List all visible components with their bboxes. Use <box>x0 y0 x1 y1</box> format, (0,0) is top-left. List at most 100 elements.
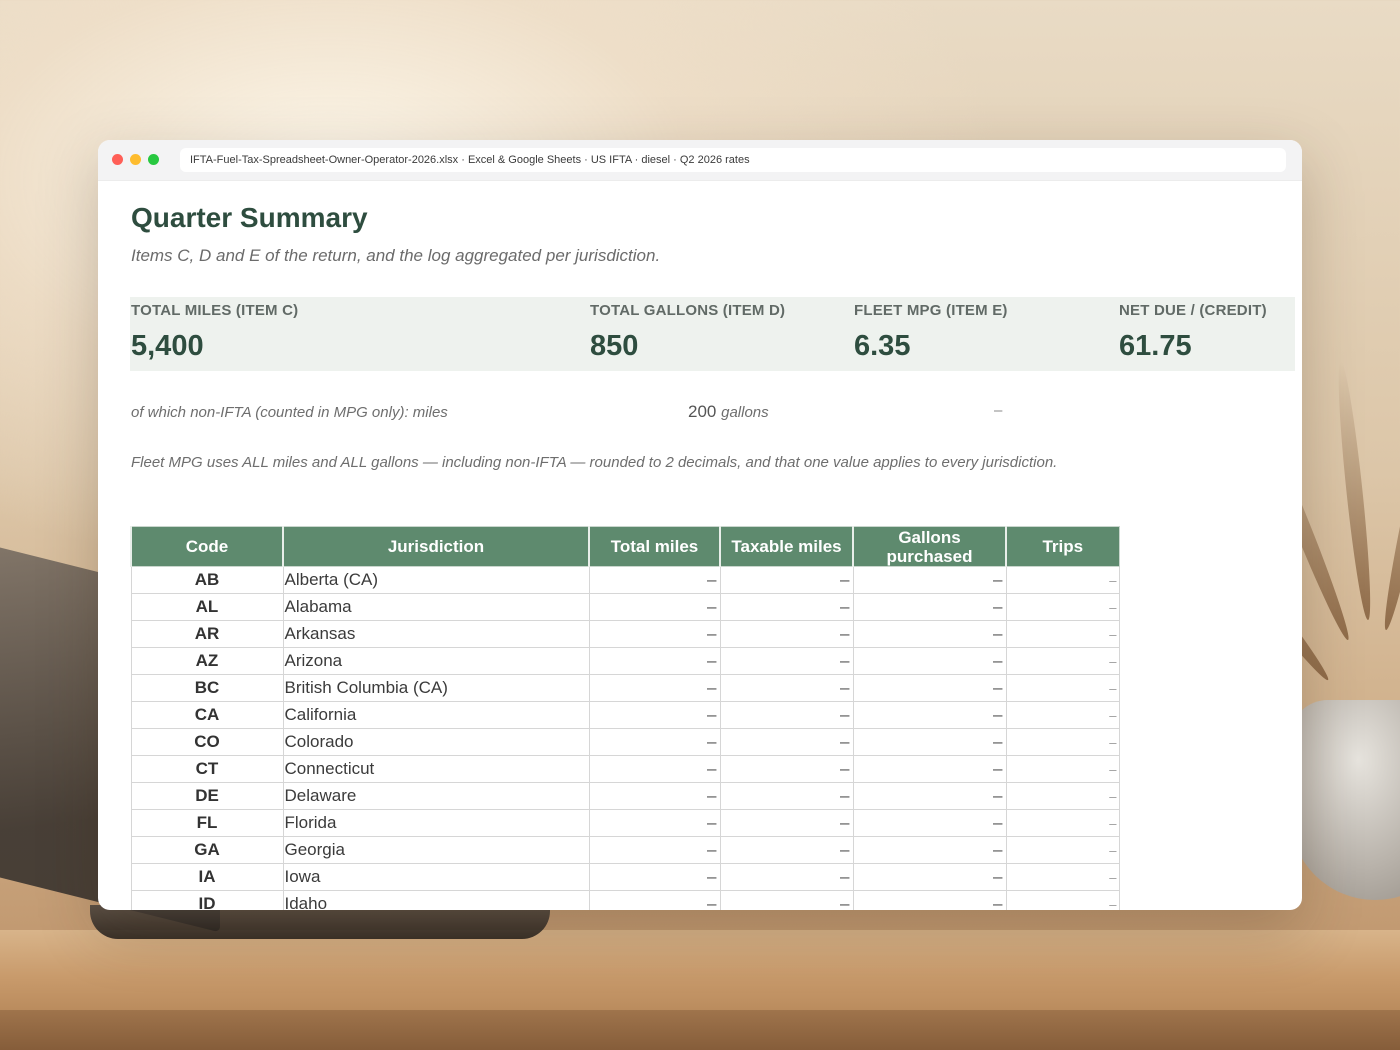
cell-code[interactable]: AZ <box>130 647 284 675</box>
cell-jurisdiction[interactable]: California <box>283 701 590 729</box>
sheet-content: Quarter Summary Items C, D and E of the … <box>130 180 1295 910</box>
table-row: CT Connecticut – – – – <box>130 755 1120 783</box>
close-window-icon[interactable] <box>112 154 123 165</box>
cell-total-miles[interactable]: – <box>589 782 721 810</box>
cell-gallons-purchased[interactable]: – <box>853 836 1007 864</box>
col-header-jurisdiction[interactable]: Jurisdiction <box>282 526 590 567</box>
cell-total-miles[interactable]: – <box>589 593 721 621</box>
cell-total-miles[interactable]: – <box>589 890 721 910</box>
cell-jurisdiction[interactable]: Florida <box>283 809 590 837</box>
cell-trips[interactable]: – <box>1006 674 1120 702</box>
col-header-trips[interactable]: Trips <box>1005 526 1120 567</box>
cell-total-miles[interactable]: – <box>589 809 721 837</box>
cell-trips[interactable]: – <box>1006 809 1120 837</box>
cell-gallons-purchased[interactable]: – <box>853 674 1007 702</box>
cell-code[interactable]: CO <box>130 728 284 756</box>
cell-gallons-purchased[interactable]: – <box>853 701 1007 729</box>
table-row: BC British Columbia (CA) – – – – <box>130 674 1120 702</box>
cell-trips[interactable]: – <box>1006 890 1120 910</box>
cell-code[interactable]: AL <box>130 593 284 621</box>
cell-jurisdiction[interactable]: Georgia <box>283 836 590 864</box>
cell-jurisdiction[interactable]: Connecticut <box>283 755 590 783</box>
maximize-window-icon[interactable] <box>148 154 159 165</box>
cell-code[interactable]: DE <box>130 782 284 810</box>
cell-trips[interactable]: – <box>1006 836 1120 864</box>
col-header-code[interactable]: Code <box>130 526 284 567</box>
cell-code[interactable]: AR <box>130 620 284 648</box>
col-header-total-miles[interactable]: Total miles <box>588 526 721 567</box>
cell-gallons-purchased[interactable]: – <box>853 863 1007 891</box>
cell-gallons-purchased[interactable]: – <box>853 566 1007 594</box>
cell-total-miles[interactable]: – <box>589 620 721 648</box>
kpi-label: NET DUE / (CREDIT) <box>1119 302 1267 319</box>
cell-jurisdiction[interactable]: Iowa <box>283 863 590 891</box>
cell-jurisdiction[interactable]: Arkansas <box>283 620 590 648</box>
cell-jurisdiction[interactable]: Colorado <box>283 728 590 756</box>
cell-gallons-purchased[interactable]: – <box>853 755 1007 783</box>
address-bar[interactable]: IFTA-Fuel-Tax-Spreadsheet-Owner-Operator… <box>180 148 1286 172</box>
cell-total-miles[interactable]: – <box>589 701 721 729</box>
cell-code[interactable]: GA <box>130 836 284 864</box>
cell-taxable-miles[interactable]: – <box>720 836 854 864</box>
cell-total-miles[interactable]: – <box>589 728 721 756</box>
cell-taxable-miles[interactable]: – <box>720 890 854 910</box>
cell-total-miles[interactable]: – <box>589 836 721 864</box>
cell-trips[interactable]: – <box>1006 782 1120 810</box>
cell-trips[interactable]: – <box>1006 566 1120 594</box>
cell-trips[interactable]: – <box>1006 755 1120 783</box>
cell-taxable-miles[interactable]: – <box>720 728 854 756</box>
cell-trips[interactable]: – <box>1006 593 1120 621</box>
cell-taxable-miles[interactable]: – <box>720 566 854 594</box>
cell-code[interactable]: AB <box>130 566 284 594</box>
col-header-gallons-purchased[interactable]: Gallons purchased <box>852 526 1007 567</box>
cell-jurisdiction[interactable]: Delaware <box>283 782 590 810</box>
page-subtitle: Items C, D and E of the return, and the … <box>131 246 661 265</box>
table-row: IA Iowa – – – – <box>130 863 1120 891</box>
cell-code[interactable]: FL <box>130 809 284 837</box>
minimize-window-icon[interactable] <box>130 154 141 165</box>
cell-jurisdiction[interactable]: British Columbia (CA) <box>283 674 590 702</box>
cell-gallons-purchased[interactable]: – <box>853 647 1007 675</box>
cell-taxable-miles[interactable]: – <box>720 809 854 837</box>
table-row: ID Idaho – – – – <box>130 890 1120 910</box>
cell-taxable-miles[interactable]: – <box>720 782 854 810</box>
cell-taxable-miles[interactable]: – <box>720 593 854 621</box>
cell-jurisdiction[interactable]: Alabama <box>283 593 590 621</box>
cell-taxable-miles[interactable]: – <box>720 647 854 675</box>
nonifta-gallons-unit: gallons <box>721 404 769 421</box>
table-row: CO Colorado – – – – <box>130 728 1120 756</box>
cell-total-miles[interactable]: – <box>589 863 721 891</box>
cell-taxable-miles[interactable]: – <box>720 863 854 891</box>
cell-gallons-purchased[interactable]: – <box>853 890 1007 910</box>
cell-total-miles[interactable]: – <box>589 566 721 594</box>
cell-jurisdiction[interactable]: Arizona <box>283 647 590 675</box>
cell-total-miles[interactable]: – <box>589 755 721 783</box>
cell-taxable-miles[interactable]: – <box>720 674 854 702</box>
cell-gallons-purchased[interactable]: – <box>853 620 1007 648</box>
cell-gallons-purchased[interactable]: – <box>853 593 1007 621</box>
cell-taxable-miles[interactable]: – <box>720 620 854 648</box>
cell-gallons-purchased[interactable]: – <box>853 809 1007 837</box>
cell-taxable-miles[interactable]: – <box>720 701 854 729</box>
cell-jurisdiction[interactable]: Idaho <box>283 890 590 910</box>
cell-total-miles[interactable]: – <box>589 674 721 702</box>
cell-code[interactable]: CT <box>130 755 284 783</box>
cell-code[interactable]: ID <box>130 890 284 910</box>
cell-gallons-purchased[interactable]: – <box>853 782 1007 810</box>
cell-taxable-miles[interactable]: – <box>720 755 854 783</box>
kpi-value: 61.75 <box>1119 330 1192 362</box>
cell-trips[interactable]: – <box>1006 863 1120 891</box>
cell-trips[interactable]: – <box>1006 620 1120 648</box>
cell-code[interactable]: BC <box>130 674 284 702</box>
background-plant-leaf <box>1332 360 1376 621</box>
cell-trips[interactable]: – <box>1006 701 1120 729</box>
table-row: DE Delaware – – – – <box>130 782 1120 810</box>
cell-code[interactable]: IA <box>130 863 284 891</box>
col-header-taxable-miles[interactable]: Taxable miles <box>719 526 854 567</box>
cell-code[interactable]: CA <box>130 701 284 729</box>
cell-trips[interactable]: – <box>1006 647 1120 675</box>
cell-trips[interactable]: – <box>1006 728 1120 756</box>
cell-total-miles[interactable]: – <box>589 647 721 675</box>
cell-jurisdiction[interactable]: Alberta (CA) <box>283 566 590 594</box>
cell-gallons-purchased[interactable]: – <box>853 728 1007 756</box>
